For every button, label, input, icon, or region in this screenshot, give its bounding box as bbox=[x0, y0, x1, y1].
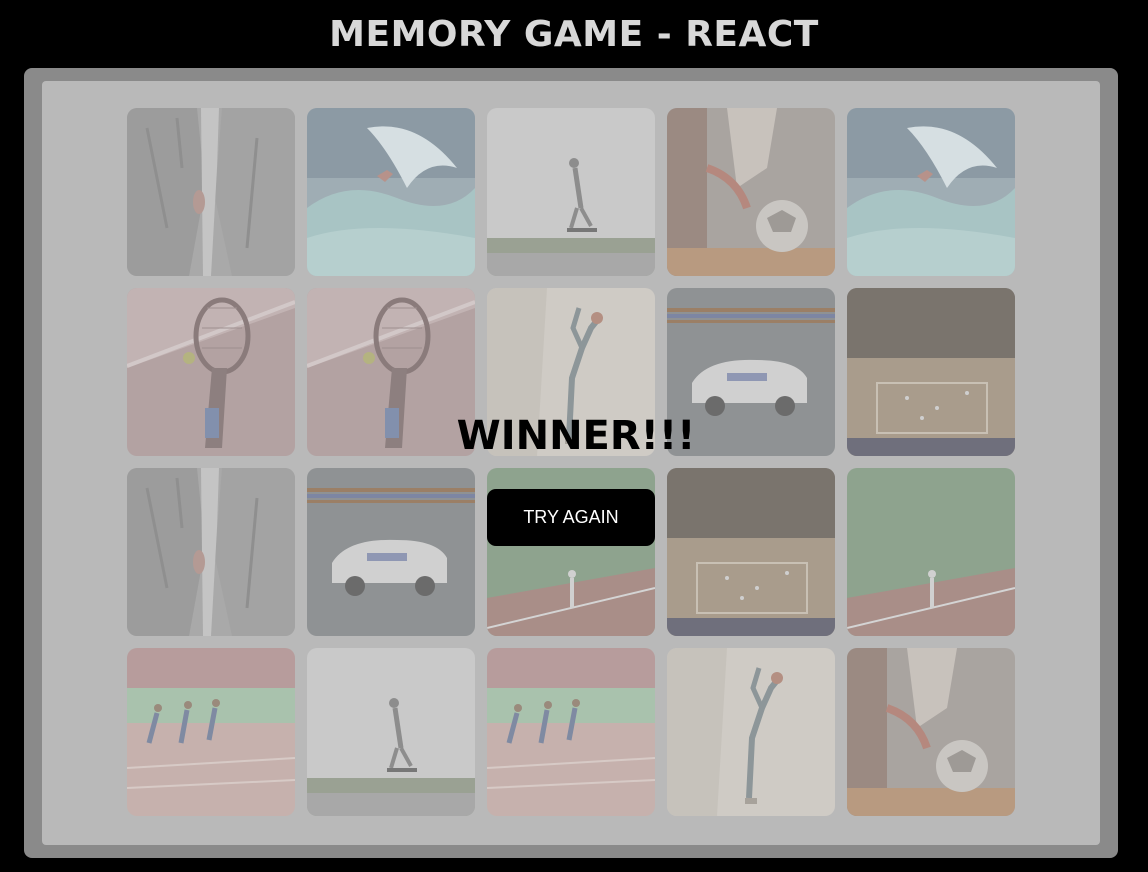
track-runners-image bbox=[487, 648, 655, 816]
memory-card[interactable] bbox=[127, 288, 295, 456]
memory-card[interactable] bbox=[307, 108, 475, 276]
skateboarder-jump-image bbox=[487, 108, 655, 276]
memory-card[interactable] bbox=[127, 108, 295, 276]
memory-card[interactable] bbox=[487, 108, 655, 276]
basketball-court-image bbox=[667, 468, 835, 636]
memory-card[interactable] bbox=[487, 288, 655, 456]
try-again-button[interactable]: TRY AGAIN bbox=[487, 489, 655, 546]
yoga-pose-image bbox=[667, 648, 835, 816]
soccer-ball-kick-image bbox=[847, 648, 1015, 816]
memory-card[interactable] bbox=[847, 108, 1015, 276]
basketball-court-image bbox=[847, 288, 1015, 456]
memory-card[interactable] bbox=[127, 648, 295, 816]
memory-card[interactable] bbox=[307, 468, 475, 636]
race-car-image bbox=[307, 468, 475, 636]
tennis-racket-image bbox=[127, 288, 295, 456]
memory-card[interactable] bbox=[667, 468, 835, 636]
baseball-field-image bbox=[847, 468, 1015, 636]
skateboarder-jump-image bbox=[307, 648, 475, 816]
memory-card[interactable] bbox=[667, 648, 835, 816]
race-car-image bbox=[667, 288, 835, 456]
memory-card[interactable] bbox=[307, 648, 475, 816]
page-title: MEMORY GAME - REACT bbox=[329, 14, 819, 55]
memory-card[interactable] bbox=[667, 108, 835, 276]
card-grid bbox=[127, 108, 1015, 816]
track-runners-image bbox=[127, 648, 295, 816]
memory-card[interactable] bbox=[847, 468, 1015, 636]
memory-card[interactable] bbox=[307, 288, 475, 456]
memory-card[interactable] bbox=[847, 288, 1015, 456]
memory-card[interactable] bbox=[847, 648, 1015, 816]
memory-card[interactable] bbox=[487, 648, 655, 816]
tennis-racket-image bbox=[307, 288, 475, 456]
game-board-frame bbox=[24, 68, 1118, 858]
surfer-wave-image bbox=[847, 108, 1015, 276]
memory-card[interactable] bbox=[127, 468, 295, 636]
soccer-ball-kick-image bbox=[667, 108, 835, 276]
memory-card[interactable] bbox=[667, 288, 835, 456]
yoga-pose-image bbox=[487, 288, 655, 456]
rock-climber-image bbox=[127, 108, 295, 276]
rock-climber-image bbox=[127, 468, 295, 636]
game-board bbox=[42, 81, 1100, 845]
surfer-wave-image bbox=[307, 108, 475, 276]
